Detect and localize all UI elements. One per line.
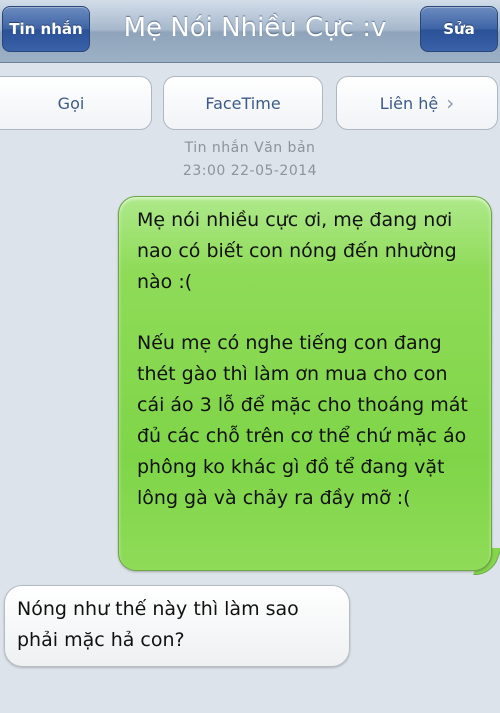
message-timestamp: 23:00 22-05-2014 bbox=[182, 163, 318, 179]
message-type-label: Tin nhắn Văn bản bbox=[184, 140, 316, 156]
page-title: Mẹ Nói Nhiều Cực :v bbox=[123, 13, 387, 43]
facetime-label: FaceTime bbox=[205, 93, 281, 113]
navigation-bar: Tin nhắn Mẹ Nói Nhiều Cực :v Sửa bbox=[0, 0, 500, 63]
chevron-right-icon: › bbox=[446, 91, 455, 115]
contact-label: Liên hệ bbox=[379, 93, 439, 113]
incoming-message-bubble[interactable]: Nóng như thế này thì làm sao phải mặc hả… bbox=[4, 585, 350, 667]
call-label: Gọi bbox=[57, 93, 85, 113]
outgoing-message-paragraph-1: Mẹ nói nhiều cực ơi, mẹ đang nơi nao có … bbox=[137, 209, 457, 293]
outgoing-message-bubble[interactable]: Mẹ nói nhiều cực ơi, mẹ đang nơi nao có … bbox=[118, 196, 492, 571]
back-button[interactable]: Tin nhắn bbox=[2, 6, 90, 52]
edit-button[interactable]: Sửa bbox=[420, 6, 498, 52]
facetime-button[interactable]: FaceTime bbox=[163, 76, 323, 130]
contact-button[interactable]: Liên hệ › bbox=[336, 76, 498, 130]
call-button[interactable]: Gọi bbox=[0, 76, 152, 130]
outgoing-message-paragraph-2: Nếu mẹ có nghe tiếng con đang thét gào t… bbox=[137, 332, 468, 509]
incoming-message-text: Nóng như thế này thì làm sao phải mặc hả… bbox=[17, 598, 299, 651]
